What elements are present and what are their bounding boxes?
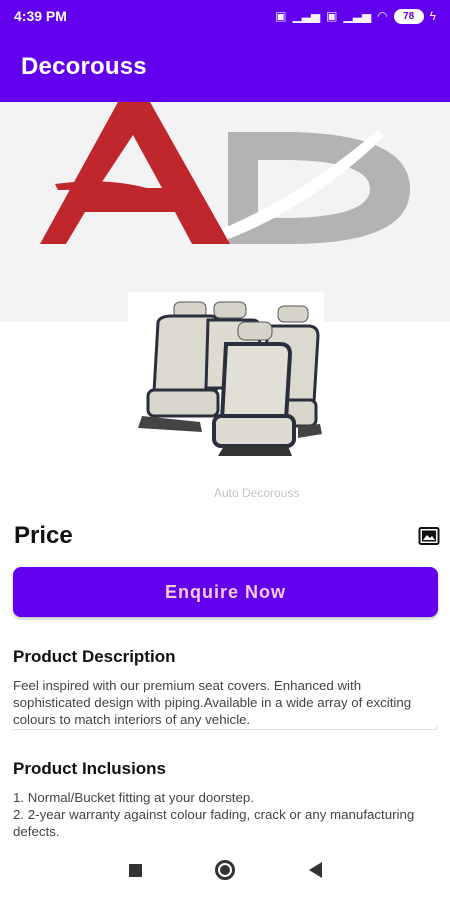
signal-icon: ▁▃▅	[292, 9, 321, 23]
home-icon	[215, 860, 235, 880]
app-title: Decorouss	[21, 53, 147, 80]
app-bar: Decorouss	[0, 32, 450, 102]
status-bar: 4:39 PM ▣ ▁▃▅ ▣ ▁▃▅ ◠ 78 ϟ	[0, 0, 450, 32]
description-card-edge	[13, 726, 438, 730]
image-watermark: Auto Decorouss	[214, 486, 300, 500]
charging-icon: ϟ	[429, 9, 436, 23]
battery-level: 78	[403, 10, 415, 22]
gallery-icon[interactable]	[418, 526, 440, 546]
system-nav-bar	[0, 840, 450, 900]
status-icons: ▣ ▁▃▅ ▣ ▁▃▅ ◠ 78 ϟ	[275, 8, 436, 24]
home-button[interactable]	[210, 855, 240, 885]
back-button[interactable]	[300, 855, 330, 885]
inclusion-item: 2. 2-year warranty against colour fading…	[13, 807, 415, 839]
recents-icon	[128, 863, 142, 877]
battery-icon: 78	[393, 8, 424, 24]
seat-base-left	[138, 416, 202, 432]
volte-icon: ▣	[326, 9, 338, 23]
price-row: Price	[14, 520, 440, 552]
volte-icon: ▣	[275, 9, 287, 23]
wifi-icon: ◠	[377, 9, 388, 23]
seat-base-right	[298, 424, 322, 438]
product-content[interactable]: Auto Decorouss Price Enquire Now Product…	[0, 102, 450, 840]
price-label: Price	[14, 522, 73, 549]
logo-letter-a	[40, 102, 230, 244]
product-inclusions-title: Product Inclusions	[13, 759, 167, 778]
seat-front	[212, 321, 296, 456]
back-icon	[308, 862, 322, 878]
enquire-now-button[interactable]: Enquire Now	[13, 567, 438, 617]
brand-logo	[40, 102, 410, 244]
inclusion-item: 1. Normal/Bucket fitting at your doorste…	[13, 790, 254, 805]
product-description-text: Feel inspired with our premium seat cove…	[13, 678, 412, 727]
product-image[interactable]	[128, 292, 324, 502]
status-time: 4:39 PM	[14, 8, 67, 24]
product-hero: Auto Decorouss	[0, 102, 450, 502]
signal-icon: ▁▃▅	[343, 9, 372, 23]
seat-cover-illustration	[138, 301, 322, 456]
product-inclusions-text: 1. Normal/Bucket fitting at your doorste…	[13, 789, 433, 840]
recents-button[interactable]	[120, 855, 150, 885]
product-description-title: Product Description	[13, 647, 176, 666]
